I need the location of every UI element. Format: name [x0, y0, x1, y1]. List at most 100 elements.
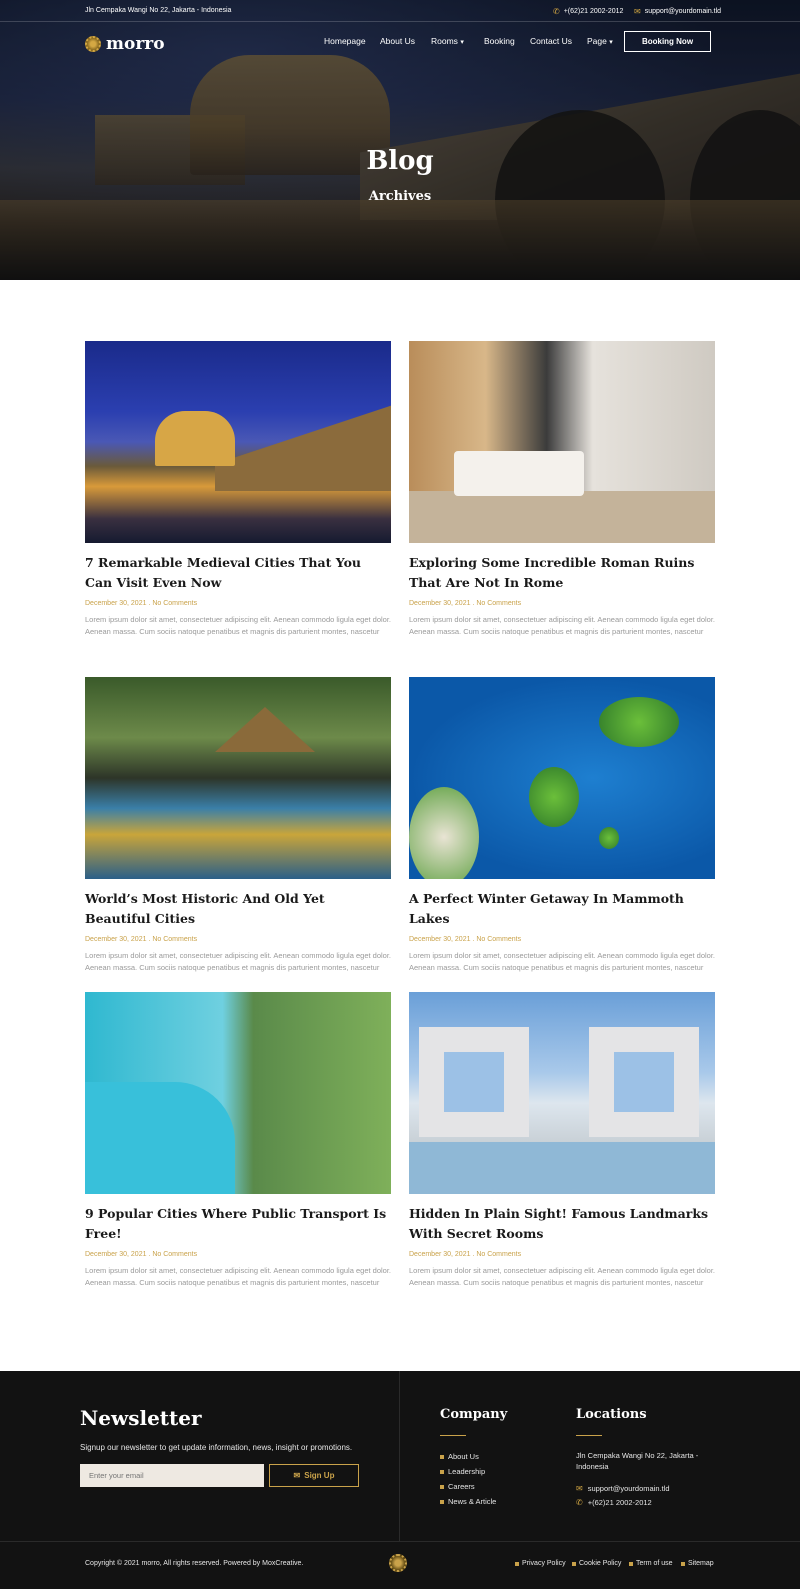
envelope-icon: ✉ [576, 1484, 583, 1493]
nav-rooms-label: Rooms [431, 36, 458, 46]
post-meta: December 30, 2021 . No Comments [85, 600, 198, 607]
post-meta: December 30, 2021 . No Comments [409, 1251, 522, 1258]
post-date[interactable]: December 30, 2021 [85, 1251, 146, 1258]
topbar-email-text: support@yourdomain.tld [644, 8, 722, 15]
post-title[interactable]: A Perfect Winter Getaway In Mammoth Lake… [409, 889, 715, 929]
company-link-news[interactable]: News & Article [440, 1494, 496, 1509]
post-comments[interactable]: No Comments [476, 936, 521, 943]
post-excerpt: Lorem ipsum dolor sit amet, consectetuer… [85, 1266, 392, 1287]
hero-banner: Jln Cempaka Wangi No 22, Jakarta - Indon… [0, 0, 800, 280]
nav-about-us[interactable]: About Us [380, 36, 415, 46]
locations-phone[interactable]: ✆ +(62)21 2002-2012 [576, 1498, 652, 1507]
booking-now-button[interactable]: Booking Now [624, 31, 711, 52]
company-links: About Us Leadership Careers News & Artic… [440, 1449, 496, 1509]
link-label: Leadership [448, 1467, 486, 1476]
post-comments[interactable]: No Comments [476, 600, 521, 607]
post-date[interactable]: December 30, 2021 [409, 1251, 470, 1258]
chevron-down-icon: ▾ [460, 39, 464, 46]
footer-link-privacy[interactable]: Privacy Policy [515, 1560, 566, 1567]
link-label: About Us [448, 1452, 479, 1461]
blog-post-card: Hidden In Plain Sight! Famous Landmarks … [409, 992, 715, 1289]
nav-contact-us[interactable]: Contact Us [530, 36, 572, 46]
footer-logo-icon [389, 1554, 407, 1572]
link-label: Term of use [636, 1560, 673, 1567]
link-label: News & Article [448, 1497, 497, 1506]
blog-post-card: 9 Popular Cities Where Public Transport … [85, 992, 391, 1289]
nav-homepage[interactable]: Homepage [324, 36, 366, 46]
locations-address: Jln Cempaka Wangi No 22, Jakarta - Indon… [576, 1451, 699, 1471]
blog-post-card: 7 Remarkable Medieval Cities That You Ca… [85, 341, 391, 638]
locations-email[interactable]: ✉ support@yourdomain.tld [576, 1484, 670, 1493]
post-excerpt: Lorem ipsum dolor sit amet, consectetuer… [409, 615, 716, 636]
post-meta: December 30, 2021 . No Comments [409, 600, 522, 607]
footer-link-terms[interactable]: Term of use [629, 1560, 673, 1567]
post-meta: December 30, 2021 . No Comments [85, 1251, 198, 1258]
post-date[interactable]: December 30, 2021 [409, 936, 470, 943]
post-excerpt: Lorem ipsum dolor sit amet, consectetuer… [409, 951, 716, 972]
post-excerpt: Lorem ipsum dolor sit amet, consectetuer… [85, 951, 392, 972]
post-comments[interactable]: No Comments [476, 1251, 521, 1258]
footer-link-sitemap[interactable]: Sitemap [681, 1560, 714, 1567]
newsletter-email-input[interactable] [80, 1464, 264, 1487]
newsletter-signup-button[interactable]: ✉ Sign Up [269, 1464, 359, 1487]
post-meta: December 30, 2021 . No Comments [409, 936, 522, 943]
site-footer: Newsletter Signup our newsletter to get … [0, 1371, 800, 1589]
locations-email-text: support@yourdomain.tld [587, 1484, 670, 1493]
logo-text: morro [106, 34, 165, 54]
envelope-icon: ✉ [293, 1471, 301, 1480]
company-link-careers[interactable]: Careers [440, 1479, 496, 1494]
top-bar: Jln Cempaka Wangi No 22, Jakarta - Indon… [0, 0, 800, 22]
post-date[interactable]: December 30, 2021 [409, 600, 470, 607]
company-link-about[interactable]: About Us [440, 1449, 496, 1464]
phone-icon: ✆ [576, 1498, 583, 1507]
post-title[interactable]: Hidden In Plain Sight! Famous Landmarks … [409, 1204, 715, 1244]
nav-page[interactable]: Page ▾ [587, 36, 613, 46]
blog-post-card: World’s Most Historic And Old Yet Beauti… [85, 677, 391, 974]
post-image-travelers-garden[interactable] [85, 992, 391, 1194]
post-image-infinity-pool[interactable] [409, 992, 715, 1194]
link-label: Cookie Policy [579, 1560, 622, 1567]
link-label: Sitemap [688, 1560, 714, 1567]
blog-post-card: Exploring Some Incredible Roman Ruins Th… [409, 341, 715, 638]
post-title[interactable]: World’s Most Historic And Old Yet Beauti… [85, 889, 391, 929]
blog-post-card: A Perfect Winter Getaway In Mammoth Lake… [409, 677, 715, 974]
post-title[interactable]: Exploring Some Incredible Roman Ruins Th… [409, 553, 715, 593]
chevron-down-icon: ▾ [609, 39, 613, 46]
envelope-icon: ✉ [634, 7, 641, 16]
link-label: Careers [448, 1482, 475, 1491]
locations-title: Locations [576, 1407, 647, 1422]
post-image-islands-aerial[interactable] [409, 677, 715, 879]
post-meta: December 30, 2021 . No Comments [85, 936, 198, 943]
phone-icon: ✆ [553, 7, 560, 16]
copyright-text: Copyright © 2021 morro, All rights reser… [85, 1560, 304, 1567]
company-link-leadership[interactable]: Leadership [440, 1464, 496, 1479]
nav-booking[interactable]: Booking [484, 36, 515, 46]
post-excerpt: Lorem ipsum dolor sit amet, consectetuer… [409, 1266, 716, 1287]
site-logo[interactable]: morro [85, 34, 165, 54]
post-title[interactable]: 7 Remarkable Medieval Cities That You Ca… [85, 553, 391, 593]
post-comments[interactable]: No Comments [152, 936, 197, 943]
topbar-phone-text: +(62)21 2002-2012 [563, 8, 624, 15]
newsletter-title: Newsletter [80, 1406, 202, 1430]
newsletter-text: Signup our newsletter to get update info… [80, 1443, 353, 1452]
post-comments[interactable]: No Comments [152, 600, 197, 607]
logo-mark-icon [85, 36, 101, 52]
post-date[interactable]: December 30, 2021 [85, 600, 146, 607]
locations-phone-text: +(62)21 2002-2012 [587, 1498, 652, 1507]
topbar-phone[interactable]: ✆ +(62)21 2002-2012 [553, 7, 623, 16]
topbar-email[interactable]: ✉ support@yourdomain.tld [634, 7, 721, 16]
post-comments[interactable]: No Comments [152, 1251, 197, 1258]
link-label: Privacy Policy [522, 1560, 566, 1567]
footer-link-cookie[interactable]: Cookie Policy [572, 1560, 621, 1567]
nav-rooms[interactable]: Rooms ▾ [431, 36, 464, 46]
post-image-resort-pool[interactable] [85, 677, 391, 879]
post-excerpt: Lorem ipsum dolor sit amet, consectetuer… [85, 615, 392, 636]
page-title: Blog [366, 146, 434, 176]
page-subtitle: Archives [368, 189, 432, 204]
post-date[interactable]: December 30, 2021 [85, 936, 146, 943]
post-title[interactable]: 9 Popular Cities Where Public Transport … [85, 1204, 391, 1244]
company-title: Company [440, 1407, 508, 1422]
post-image-medieval-city[interactable] [85, 341, 391, 543]
post-image-hotel-room[interactable] [409, 341, 715, 543]
nav-page-label: Page [587, 36, 607, 46]
